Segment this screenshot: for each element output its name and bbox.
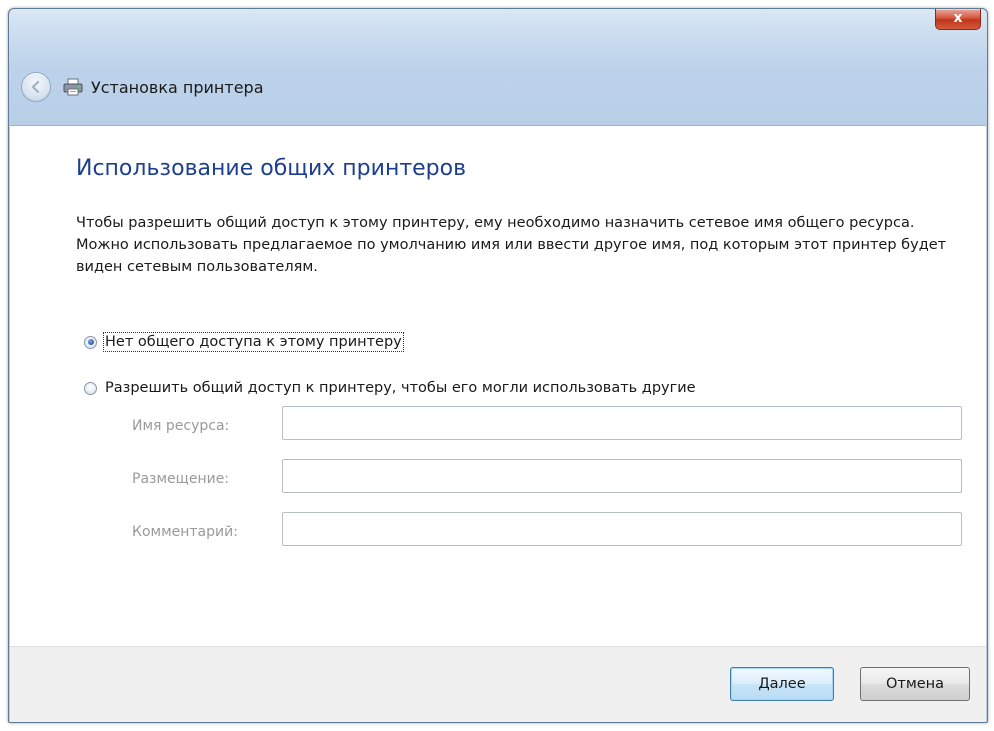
radio-no-share[interactable]: Нет общего доступа к этому принтеру bbox=[84, 332, 404, 352]
share-name-label: Имя ресурса: bbox=[132, 418, 230, 434]
radio-share[interactable]: Разрешить общий доступ к принтеру, чтобы… bbox=[84, 380, 696, 396]
comment-input[interactable] bbox=[282, 512, 962, 546]
radio-no-share-label[interactable]: Нет общего доступа к этому принтеру bbox=[103, 332, 404, 352]
printer-setup-dialog: x Установка принтера Использование общих… bbox=[8, 8, 988, 723]
page-description: Чтобы разрешить общий доступ к этому при… bbox=[76, 215, 947, 275]
back-arrow-icon bbox=[31, 80, 40, 94]
radio-share-label[interactable]: Разрешить общий доступ к принтеру, чтобы… bbox=[105, 380, 696, 396]
radio-no-share-indicator[interactable] bbox=[84, 335, 97, 349]
wizard-content: Использование общих принтеров Чтобы разр… bbox=[10, 125, 986, 646]
location-label: Размещение: bbox=[132, 471, 230, 487]
title-bar: Установка принтера bbox=[21, 69, 264, 105]
window-title: Установка принтера bbox=[91, 77, 264, 97]
printer-icon bbox=[63, 78, 83, 96]
close-button[interactable]: x bbox=[935, 9, 981, 30]
back-button[interactable] bbox=[21, 72, 51, 102]
wizard-footer: Далее Отмена bbox=[10, 646, 986, 722]
page-heading: Использование общих принтеров bbox=[76, 156, 467, 181]
share-name-input[interactable] bbox=[282, 406, 962, 440]
close-icon: x bbox=[953, 10, 963, 26]
location-input[interactable] bbox=[282, 459, 962, 493]
radio-share-indicator[interactable] bbox=[84, 381, 97, 395]
next-button[interactable]: Далее bbox=[730, 667, 834, 701]
comment-label: Комментарий: bbox=[132, 524, 238, 540]
cancel-button[interactable]: Отмена bbox=[860, 667, 970, 701]
